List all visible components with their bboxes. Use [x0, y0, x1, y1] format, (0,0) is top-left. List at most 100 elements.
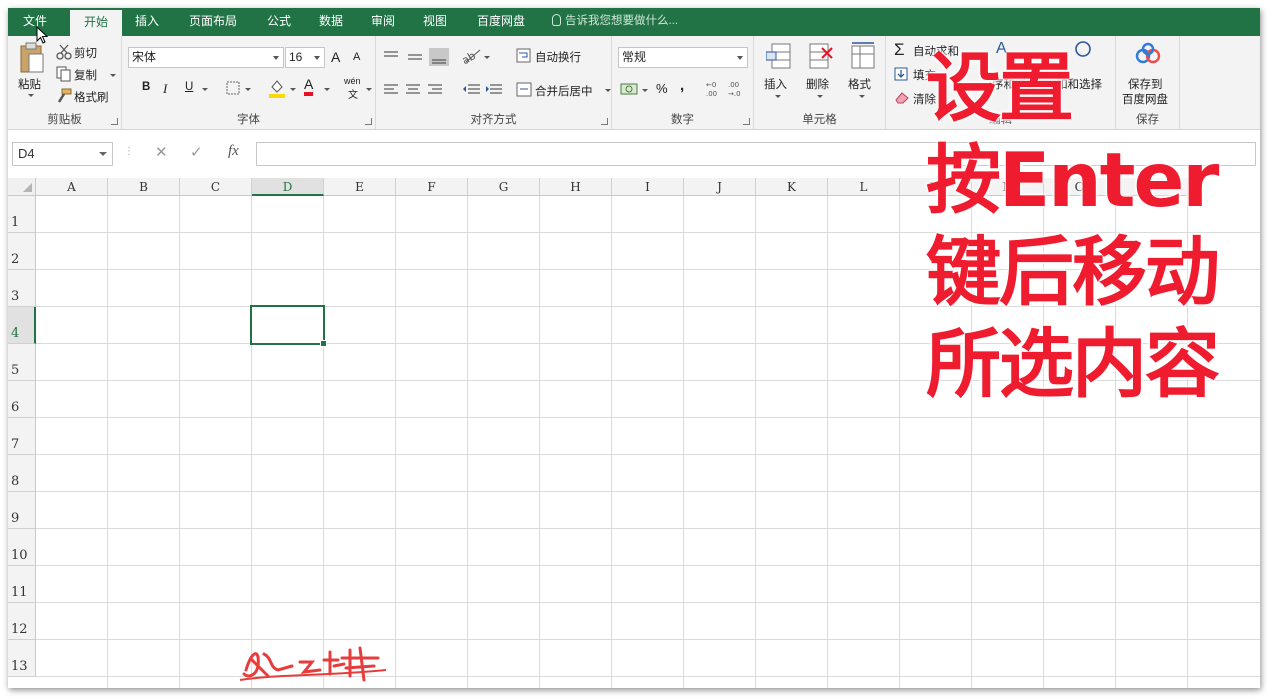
tab-view[interactable]: 视图	[418, 8, 452, 36]
insert-function-button[interactable]: fx	[228, 143, 239, 160]
row-header-2[interactable]: 2	[8, 233, 36, 270]
chevron-down-icon[interactable]	[324, 88, 330, 91]
decimal-icons[interactable]: ←0 .00 .00 →.0	[704, 79, 748, 99]
tab-page-layout[interactable]: 页面布局	[184, 8, 242, 36]
formula-bar-grip-icon: ⋮	[124, 146, 134, 157]
shrink-font-button[interactable]: A	[353, 51, 360, 63]
row-header-9[interactable]: 9	[8, 492, 36, 529]
tab-insert[interactable]: 插入	[130, 8, 164, 36]
row-header-13[interactable]: 13	[8, 640, 36, 677]
tell-me-box[interactable]: 告诉我您想要做什么...	[552, 8, 678, 36]
percent-button[interactable]: %	[656, 81, 668, 96]
tab-review[interactable]: 审阅	[366, 8, 400, 36]
column-header-g[interactable]: G	[468, 178, 540, 196]
gridline-horizontal	[36, 528, 1260, 529]
name-box[interactable]: D4	[12, 142, 113, 166]
merge-center-button[interactable]: 合并后居中	[535, 83, 593, 99]
font-size-select[interactable]: 16	[285, 47, 325, 68]
cut-button[interactable]: 剪切	[54, 42, 114, 62]
row-header-8[interactable]: 8	[8, 455, 36, 492]
confirm-entry-button[interactable]: ✓	[190, 143, 203, 161]
row-header-4[interactable]: 4	[8, 307, 36, 344]
tab-formulas[interactable]: 公式	[262, 8, 296, 36]
row-header-6[interactable]: 6	[8, 381, 36, 418]
wrap-text-button[interactable]: 自动换行	[535, 49, 581, 65]
scissors-icon	[56, 44, 72, 60]
tab-baidu-netdisk[interactable]: 百度网盘	[472, 8, 530, 36]
column-header-f[interactable]: F	[396, 178, 468, 196]
row-number: 3	[11, 289, 20, 304]
group-cells: 插入 删除 格式 单元格	[754, 36, 886, 130]
fill-color-icon[interactable]	[268, 78, 286, 98]
paste-button[interactable]: 粘贴	[14, 42, 50, 102]
column-header-e[interactable]: E	[324, 178, 396, 196]
row-number: 4	[11, 326, 20, 341]
svg-text:.00: .00	[728, 81, 739, 89]
indent-icons[interactable]	[462, 82, 504, 98]
caption-line-4: 所选内容	[926, 320, 1220, 408]
phonetic-guide-button[interactable]: wén 文	[344, 76, 364, 101]
row-header-10[interactable]: 10	[8, 529, 36, 566]
column-header-c[interactable]: C	[180, 178, 252, 196]
row-header-11[interactable]: 11	[8, 566, 36, 603]
chevron-down-icon[interactable]	[290, 88, 296, 91]
chevron-down-icon[interactable]	[202, 88, 208, 91]
copy-button[interactable]: 复制	[54, 64, 118, 84]
dialog-launcher-icon[interactable]	[111, 118, 118, 125]
chevron-down-icon[interactable]	[605, 89, 611, 92]
tab-data[interactable]: 数据	[314, 8, 348, 36]
comma-button[interactable]: ,	[680, 77, 684, 94]
font-color-button[interactable]: A	[304, 77, 314, 96]
select-all-button[interactable]	[8, 178, 36, 196]
format-painter-button[interactable]: 格式刷	[54, 86, 118, 106]
delete-label: 删除	[806, 79, 829, 91]
gridline-horizontal	[36, 676, 1260, 677]
svg-text:→.0: →.0	[728, 90, 741, 98]
chevron-down-icon[interactable]	[484, 56, 490, 59]
column-header-b[interactable]: B	[108, 178, 180, 196]
dialog-launcher-icon[interactable]	[601, 118, 608, 125]
row-header-1[interactable]: 1	[8, 196, 36, 233]
chevron-down-icon	[110, 74, 116, 77]
chevron-down-icon	[28, 94, 34, 97]
svg-text:←0: ←0	[706, 81, 716, 89]
bold-button[interactable]: B	[142, 81, 150, 93]
horizontal-align-icons[interactable]	[382, 82, 448, 98]
column-header-i[interactable]: I	[612, 178, 684, 196]
active-cell[interactable]	[250, 305, 327, 347]
column-header-j[interactable]: J	[684, 178, 756, 196]
delete-cells-button[interactable]: 删除	[802, 40, 838, 110]
cancel-entry-button[interactable]: ✕	[155, 143, 168, 161]
caption-line-1: 设置	[926, 44, 1074, 132]
underline-button[interactable]: U	[185, 81, 193, 93]
font-size-value: 16	[289, 50, 303, 64]
grow-font-button[interactable]: A	[331, 49, 340, 65]
row-header-12[interactable]: 12	[8, 603, 36, 640]
column-header-a[interactable]: A	[36, 178, 108, 196]
chevron-down-icon[interactable]	[245, 88, 251, 91]
row-header-7[interactable]: 7	[8, 418, 36, 455]
column-header-l[interactable]: L	[828, 178, 900, 196]
number-format-select[interactable]: 常规	[618, 47, 748, 68]
dialog-launcher-icon[interactable]	[365, 118, 372, 125]
italic-button[interactable]: I	[163, 81, 167, 97]
format-cells-button[interactable]: 格式	[844, 40, 880, 110]
chevron-down-icon[interactable]	[642, 89, 648, 92]
row-number: 8	[11, 474, 20, 489]
border-icon[interactable]	[226, 81, 240, 95]
clipboard-icon	[20, 42, 44, 73]
row-header-3[interactable]: 3	[8, 270, 36, 307]
column-header-h[interactable]: H	[540, 178, 612, 196]
dialog-launcher-icon[interactable]	[743, 118, 750, 125]
column-header-d[interactable]: D	[252, 178, 324, 196]
currency-icon[interactable]	[620, 82, 638, 96]
insert-cells-button[interactable]: 插入	[760, 40, 796, 110]
chevron-down-icon[interactable]	[366, 88, 372, 91]
column-header-k[interactable]: K	[756, 178, 828, 196]
row-header-5[interactable]: 5	[8, 344, 36, 381]
tab-home[interactable]: 开始	[70, 10, 122, 36]
font-name-select[interactable]: 宋体	[128, 47, 284, 68]
svg-text:.00: .00	[706, 90, 717, 98]
delete-cells-icon	[809, 43, 833, 69]
vertical-align-icons[interactable]	[382, 48, 454, 66]
